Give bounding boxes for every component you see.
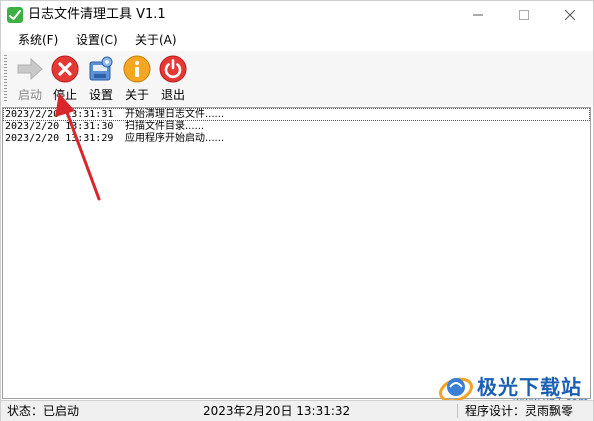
- watermark-logo-icon: [439, 377, 473, 403]
- close-icon: [565, 10, 575, 20]
- info-icon: [123, 55, 151, 83]
- maximize-button[interactable]: [501, 1, 547, 29]
- app-window: 日志文件清理工具 V1.1 系统(F) 设置(C) 关于(A) 启动 停止 设置…: [0, 0, 594, 421]
- menu-system[interactable]: 系统(F): [15, 32, 61, 48]
- menu-bar: 系统(F) 设置(C) 关于(A): [1, 29, 593, 51]
- status-bar: 状态：已启动 2023年2月20日 13:31:32 程序设计：灵雨飘零: [1, 400, 593, 421]
- status-datetime: 2023年2月20日 13:31:32: [203, 404, 351, 418]
- title-bar[interactable]: 日志文件清理工具 V1.1: [1, 1, 593, 29]
- stop-icon: [51, 55, 79, 83]
- menu-settings[interactable]: 设置(C): [73, 32, 121, 48]
- status-author: 程序设计：灵雨飘零: [465, 404, 574, 418]
- play-arrow-icon: [17, 57, 43, 81]
- log-message: 扫描文件目录......: [125, 121, 205, 132]
- annotation-arrow-icon: [55, 93, 101, 201]
- window-title: 日志文件清理工具 V1.1: [28, 7, 166, 22]
- exit-label: 退出: [160, 88, 185, 102]
- settings-icon: [89, 56, 113, 81]
- toolbar-grip[interactable]: [4, 55, 7, 101]
- app-logo-icon: [7, 7, 23, 23]
- minimize-button[interactable]: [455, 1, 501, 29]
- about-button[interactable]: 关于: [119, 53, 155, 105]
- power-icon: [159, 55, 187, 83]
- status-divider: [457, 404, 458, 418]
- maximize-icon: [519, 10, 529, 20]
- status-state: 状态：已启动: [7, 404, 80, 418]
- minimize-icon: [473, 14, 483, 16]
- exit-button[interactable]: 退出: [155, 53, 191, 105]
- menu-about[interactable]: 关于(A): [132, 32, 180, 48]
- close-button[interactable]: [547, 1, 593, 29]
- log-message: 应用程序开始启动......: [125, 133, 225, 144]
- log-message: 开始清理日志文件......: [125, 109, 225, 120]
